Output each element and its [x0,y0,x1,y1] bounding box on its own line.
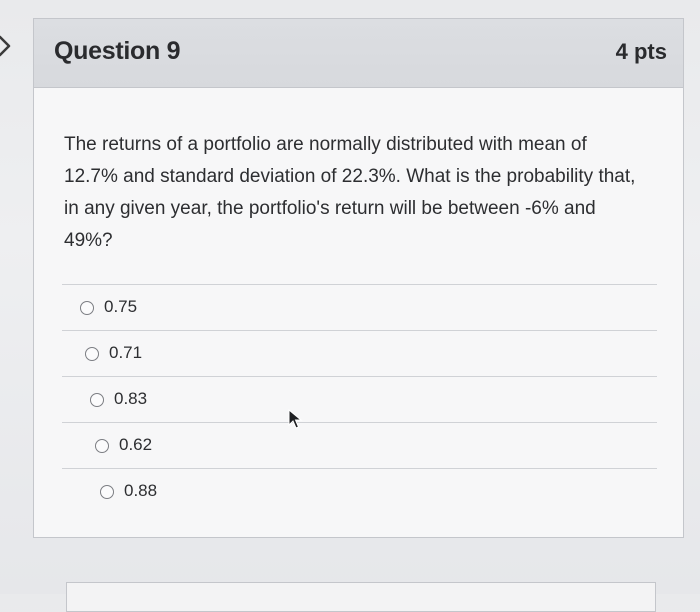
radio-button-icon[interactable] [85,347,99,361]
answer-option[interactable]: 0.71 [62,330,657,376]
question-header: Question 9 4 pts [34,19,683,88]
chevron-right-icon[interactable] [0,34,18,58]
radio-button-icon[interactable] [95,439,109,453]
radio-button-icon[interactable] [80,301,94,315]
answer-option[interactable]: 0.62 [62,422,657,468]
radio-button-icon[interactable] [90,393,104,407]
answer-list: 0.75 0.71 0.83 0.62 0.88 [62,284,657,514]
question-card: Question 9 4 pts The returns of a portfo… [33,18,684,538]
question-points: 4 pts [615,39,667,64]
answer-label: 0.62 [119,435,153,454]
radio-button-icon[interactable] [100,485,114,499]
answer-label: 0.71 [109,343,143,362]
answer-option[interactable]: 0.83 [62,376,657,422]
mouse-cursor-icon [288,408,303,429]
answer-label: 0.83 [114,389,148,408]
answer-label: 0.88 [124,481,158,500]
answer-option[interactable]: 0.88 [62,468,657,514]
answer-option[interactable]: 0.75 [62,284,657,330]
next-question-card [66,582,656,612]
answer-label: 0.75 [104,297,138,316]
question-text: The returns of a portfolio are normally … [64,134,636,251]
question-title: Question 9 [54,37,181,65]
